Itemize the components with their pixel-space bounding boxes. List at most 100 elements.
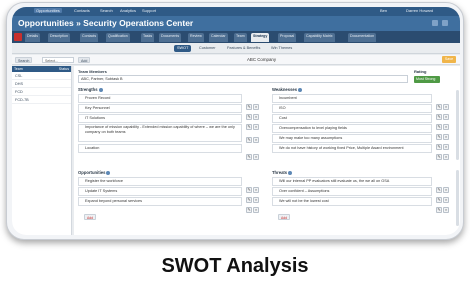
tab-documentation[interactable]: Documentation [348, 33, 377, 42]
weakness-row-actions: ✎ × [435, 115, 449, 130]
tab-team[interactable]: Team [234, 33, 247, 42]
weakness-item[interactable]: Incumbent [272, 94, 432, 103]
nav-support[interactable]: Support [142, 8, 156, 13]
rating-label: Rating [414, 69, 427, 74]
subtab-win-themes[interactable]: Win Themes [268, 45, 295, 52]
list-item[interactable]: CSL [12, 72, 71, 80]
weakness-row-actions: ✎ × [435, 95, 449, 110]
record-select[interactable]: Select... [42, 57, 74, 63]
threat-item[interactable]: We will not be the lowest cost [272, 197, 432, 206]
settings-icon[interactable] [442, 20, 448, 26]
scrollbar[interactable] [456, 170, 459, 226]
strength-item[interactable]: Proven Record [78, 94, 242, 103]
delete-icon[interactable]: × [253, 154, 259, 160]
weakness-row-actions: ✎ × [435, 145, 449, 160]
nav-search[interactable]: Search [100, 8, 113, 13]
tab-documents[interactable]: Documents [159, 33, 182, 42]
weaknesses-heading: Weaknesses [272, 87, 303, 92]
tab-calendar[interactable]: Calendar [209, 33, 228, 42]
rating-badge[interactable]: Most Strong [414, 76, 440, 83]
left-panel-header-status: Status [58, 67, 69, 71]
add-threat-button[interactable]: Add [278, 214, 291, 220]
tab-strategy[interactable]: Strategy [251, 33, 270, 42]
add-opportunity-button[interactable]: Add [84, 214, 97, 220]
info-icon [106, 170, 111, 175]
opportunity-item[interactable]: Register the workforce [78, 177, 242, 186]
edit-icon[interactable]: ✎ [436, 154, 442, 160]
team-members-field[interactable]: ABC, Partner, Subtask B [78, 75, 408, 83]
threats-heading: Threats [272, 170, 293, 175]
info-icon [98, 87, 103, 92]
edit-icon[interactable]: ✎ [436, 207, 442, 213]
page-title: Opportunities » Security Operations Cent… [18, 18, 194, 28]
app-logo-icon [14, 33, 22, 41]
weakness-item[interactable]: Cost [272, 114, 432, 123]
subtab-customer[interactable]: Customer [196, 45, 218, 52]
strength-row-actions: ✎ × [245, 115, 259, 130]
screenshot-frame: Opportunities Contacts Search Analytics … [6, 2, 464, 240]
list-item[interactable]: FCD-7B [12, 96, 71, 104]
strength-item[interactable]: IT Solutions [78, 114, 242, 123]
weakness-item[interactable]: ISO [272, 104, 432, 113]
tab-tasks[interactable]: Tasks [141, 33, 155, 42]
nav-user-name[interactable]: Darren Howard [406, 8, 433, 13]
opportunity-item[interactable]: Update IT Systems [78, 187, 242, 196]
weakness-row-actions: ✎ × [435, 125, 449, 140]
delete-icon[interactable]: × [443, 154, 449, 160]
opportunities-heading: Opportunities [78, 170, 111, 175]
caption: SWOT Analysis [161, 255, 309, 277]
edit-icon[interactable]: ✎ [246, 154, 252, 160]
tab-contacts[interactable]: Contacts [80, 33, 99, 42]
title-bar: Opportunities » Security Operations Cent… [12, 16, 460, 31]
nav-contacts[interactable]: Contacts [74, 8, 90, 13]
threat-item[interactable]: Will our internal PP evaluators still ev… [272, 177, 432, 186]
strength-row-actions: ✎ × [245, 95, 259, 110]
nav-analytics[interactable]: Analytics [120, 8, 136, 13]
subtab-features-benefits[interactable]: Features & Benefits [224, 45, 263, 52]
save-button[interactable]: Save [442, 56, 456, 63]
threat-item[interactable]: Over confident – Assumptions [272, 187, 432, 196]
swot-panel: Team Members ABC, Partner, Subtask B Rat… [74, 66, 460, 235]
weakness-item[interactable]: Overcompensation to level playing fields [272, 124, 432, 133]
strength-item[interactable]: Importance of mission capability - Exten… [78, 124, 242, 142]
nav-user-short[interactable]: Ben [380, 8, 387, 13]
tab-bar: Details Description Contacts Qualificati… [12, 31, 460, 43]
search-button[interactable]: Search [15, 57, 33, 63]
delete-icon[interactable]: × [443, 207, 449, 213]
app-window: Opportunities Contacts Search Analytics … [12, 7, 460, 235]
help-icon[interactable] [432, 20, 438, 26]
weakness-row-actions: ✎ × [435, 105, 449, 120]
info-icon [288, 170, 293, 175]
weakness-item[interactable]: We may make too many assumptions [272, 134, 432, 143]
threat-row-actions: ✎ × [435, 198, 449, 213]
sub-tab-bar: SWOT Customer Features & Benefits Win Th… [12, 43, 460, 54]
strength-item[interactable]: Location [78, 144, 242, 153]
tab-review[interactable]: Review [188, 33, 204, 42]
strength-item[interactable]: Key Personnel [78, 104, 242, 113]
scrollbar[interactable] [456, 90, 459, 160]
edit-icon[interactable]: ✎ [246, 207, 252, 213]
tab-capability-matrix[interactable]: Capability Matrix [304, 33, 335, 42]
tab-details[interactable]: Details [25, 33, 40, 42]
tab-proposal[interactable]: Proposal [278, 33, 297, 42]
threats-title: Threats [272, 170, 288, 175]
delete-icon[interactable]: × [253, 137, 259, 143]
tab-description[interactable]: Description [48, 33, 70, 42]
weakness-item[interactable]: We do not have history of working fixed … [272, 144, 432, 153]
tab-qualification[interactable]: Qualification [106, 33, 130, 42]
strengths-heading: Strengths [78, 87, 103, 92]
edit-icon[interactable]: ✎ [246, 137, 252, 143]
team-members-label: Team Members [78, 69, 107, 74]
weakness-row-actions: ✎ × [435, 135, 449, 150]
weaknesses-title: Weaknesses [272, 87, 298, 92]
top-nav: Opportunities Contacts Search Analytics … [12, 7, 460, 16]
strength-row-actions: ✎ × [245, 145, 259, 160]
opportunity-item[interactable]: Expand beyond personal services [78, 197, 242, 206]
list-item[interactable]: FCD [12, 88, 71, 96]
delete-icon[interactable]: × [253, 207, 259, 213]
list-item[interactable]: DHS [12, 80, 71, 88]
subtab-swot[interactable]: SWOT [174, 45, 192, 52]
toolbar-add-button[interactable]: Add [78, 57, 91, 63]
nav-opportunities[interactable]: Opportunities [34, 8, 62, 13]
opportunities-title: Opportunities [78, 170, 106, 175]
